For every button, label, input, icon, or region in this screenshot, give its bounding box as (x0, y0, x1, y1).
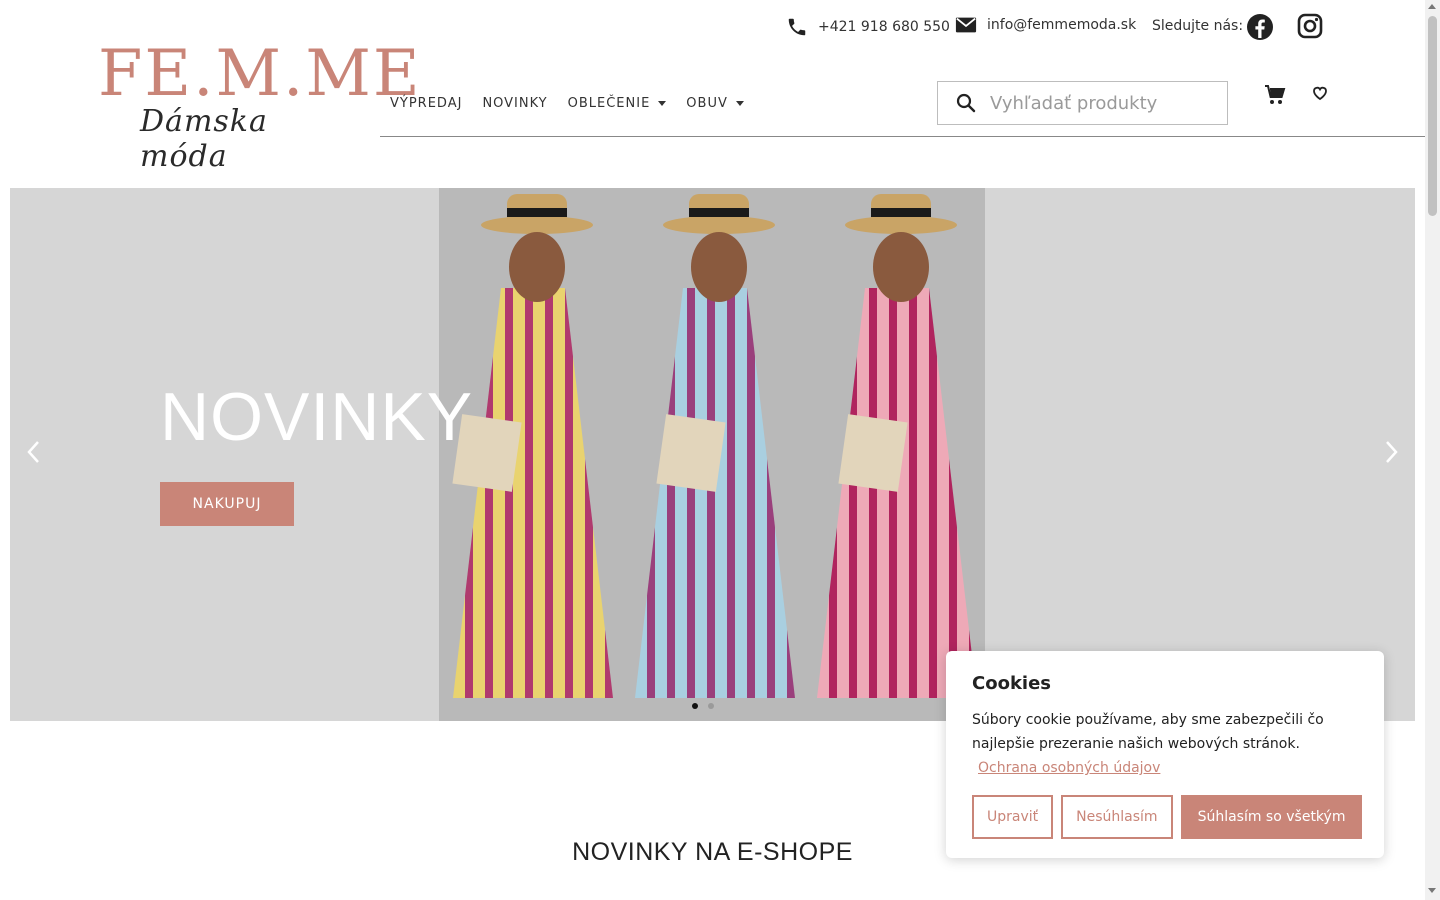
phone-contact[interactable]: +421 918 680 550 (786, 16, 950, 38)
email-address: info@femmemoda.sk (987, 17, 1137, 33)
hat-band-graphic (507, 208, 567, 217)
dress-yellow (453, 288, 613, 698)
head-graphic (873, 232, 929, 302)
cookie-decline-button[interactable]: Nesúhlasím (1061, 795, 1173, 839)
scrollbar-thumb[interactable] (1428, 16, 1437, 216)
hero-image-panel (621, 188, 803, 721)
slider-dots (692, 703, 714, 709)
cookie-buttons: Upraviť Nesúhlasím Súhlasím so všetkým (972, 795, 1363, 839)
nav-label: VÝPREDAJ (390, 96, 463, 111)
nav-label: OBUV (686, 96, 728, 111)
scroll-down-icon[interactable] (1428, 888, 1436, 893)
cookie-accept-button[interactable]: Súhlasím so všetkým (1180, 795, 1363, 839)
privacy-link[interactable]: Ochrana osobných údajov (978, 760, 1160, 776)
nav-item-oblecenie[interactable]: OBLEČENIE (568, 96, 667, 111)
cookie-edit-button[interactable]: Upraviť (972, 795, 1054, 839)
hero-image (439, 188, 987, 721)
search-box[interactable] (937, 81, 1228, 125)
head-graphic (691, 232, 747, 302)
nav-label: NOVINKY (482, 96, 548, 111)
follow-label: Sledujte nás: (1152, 18, 1244, 34)
phone-number: +421 918 680 550 (818, 19, 950, 35)
scroll-up-icon[interactable] (1428, 4, 1436, 9)
nav-item-obuv[interactable]: OBUV (686, 96, 744, 111)
cookie-text-block: Súbory cookie používame, aby sme zabezpe… (972, 708, 1352, 780)
caret-down-icon (658, 101, 667, 106)
search-input[interactable] (988, 91, 1222, 115)
cookie-text: Súbory cookie používame, aby sme zabezpe… (972, 712, 1324, 752)
nav-label: OBLEČENIE (567, 96, 651, 111)
hat-band-graphic (689, 208, 749, 217)
phone-icon (788, 18, 806, 36)
hero-slider: NOVINKY NAKUPUJ (10, 188, 1415, 721)
logo-sub-text: Dámska móda (140, 104, 268, 174)
chevron-left-icon[interactable] (26, 440, 40, 464)
shop-now-button[interactable]: NAKUPUJ (160, 482, 294, 526)
slider-dot[interactable] (708, 703, 714, 709)
cookie-dialog: Cookies Súbory cookie používame, aby sme… (946, 651, 1384, 858)
logo[interactable]: FE.M.ME Dámska móda (98, 42, 420, 174)
hero-title: NOVINKY (160, 379, 474, 455)
logo-main-text: FE.M.ME (98, 37, 422, 111)
cart-icon[interactable] (1264, 84, 1286, 106)
slider-dot[interactable] (692, 703, 698, 709)
main-nav: VÝPREDAJ NOVINKY OBLEČENIE OBUV (390, 96, 764, 111)
dress-blue (635, 288, 795, 698)
head-graphic (509, 232, 565, 302)
mail-icon (955, 17, 977, 33)
bag-graphic (838, 414, 908, 492)
caret-down-icon (735, 101, 744, 106)
nav-divider (380, 136, 1425, 137)
bag-graphic (656, 414, 726, 492)
search-icon (956, 93, 976, 113)
nav-item-novinky[interactable]: NOVINKY (482, 96, 547, 111)
dress-pink (817, 288, 977, 698)
heart-icon[interactable] (1312, 85, 1328, 101)
cookie-title: Cookies (972, 673, 1052, 694)
hero-image-panel (803, 188, 985, 721)
chevron-right-icon[interactable] (1385, 440, 1399, 464)
instagram-icon[interactable] (1297, 13, 1323, 39)
facebook-icon[interactable] (1246, 13, 1274, 41)
email-contact[interactable]: info@femmemoda.sk (955, 16, 1136, 34)
hat-band-graphic (871, 208, 931, 217)
nav-item-vypredaj[interactable]: VÝPREDAJ (390, 96, 462, 111)
